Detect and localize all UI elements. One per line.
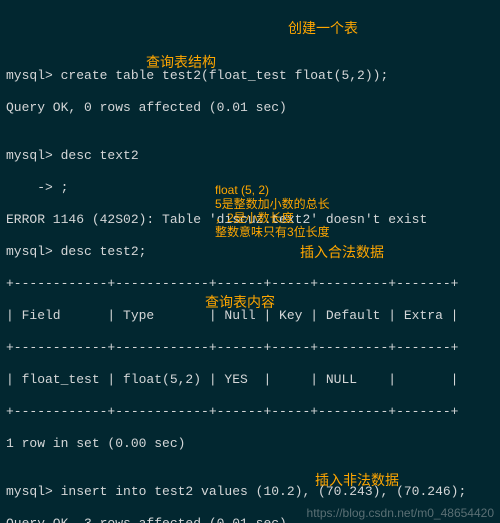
terminal-line: +------------+------------+------+-----+… — [6, 340, 494, 356]
annotation-create-table: 创建一个表 — [288, 20, 358, 36]
terminal-line: mysql> insert into test2 values (10.2), … — [6, 484, 494, 500]
terminal-line: 1 row in set (0.00 sec) — [6, 436, 494, 452]
terminal-line: Query OK, 0 rows affected (0.01 sec) — [6, 100, 494, 116]
terminal-line: | float_test | float(5,2) | YES | | NULL… — [6, 372, 494, 388]
watermark: https://blog.csdn.net/m0_48654420 — [307, 505, 494, 521]
terminal-line: mysql> desc text2 — [6, 148, 494, 164]
annotation-float-line4: 整数意味只有3位长度 — [215, 224, 330, 240]
annotation-insert-legal: 插入合法数据 — [300, 244, 384, 260]
terminal-line: | Field | Type | Null | Key | Default | … — [6, 308, 494, 324]
annotation-desc-table: 查询表结构 — [146, 54, 216, 70]
terminal-line: +------------+------------+------+-----+… — [6, 276, 494, 292]
terminal-line: +------------+------------+------+-----+… — [6, 404, 494, 420]
annotation-insert-illegal: 插入非法数据 — [315, 472, 399, 488]
annotation-select: 查询表内容 — [205, 294, 275, 310]
terminal-line: mysql> create table test2(float_test flo… — [6, 68, 494, 84]
terminal-line: mysql> desc test2; — [6, 244, 494, 260]
